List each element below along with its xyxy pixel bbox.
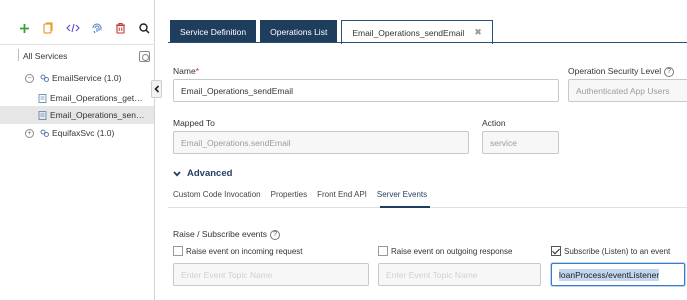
subscribe-event-label: Subscribe (Listen) to an event [564, 247, 671, 256]
outgoing-event-topic-input[interactable]: Enter Event Topic Name [378, 263, 541, 286]
security-level-value: Authenticated App Users [576, 85, 670, 96]
services-panel: All Services − EmailService (1.0) Email_… [0, 0, 155, 300]
subscribe-event-checkbox[interactable] [551, 246, 561, 256]
tab-front-end-api[interactable]: Front End API [317, 190, 367, 206]
tree-item-label: Email_Operations_sen… [50, 110, 145, 120]
add-icon [20, 23, 29, 33]
tab-service-definition[interactable]: Service Definition [170, 20, 257, 43]
action-field: service [482, 131, 559, 154]
raise-outgoing-label: Raise event on outgoing response [391, 247, 513, 256]
security-level-select[interactable]: Authenticated App Users [568, 79, 687, 102]
tab-properties[interactable]: Properties [271, 190, 307, 206]
input-placeholder: Enter Event Topic Name [181, 269, 273, 280]
close-icon[interactable]: ✖ [474, 27, 482, 38]
expand-toggle-icon[interactable]: + [25, 128, 34, 138]
tab-custom-code-invocation[interactable]: Custom Code Invocation [173, 190, 261, 206]
name-label: Name* [173, 66, 199, 76]
security-level-label-text: Operation Security Level [568, 66, 662, 76]
tree-item-label: EquifaxSvc (1.0) [52, 128, 115, 138]
input-placeholder: Enter Event Topic Name [386, 269, 478, 280]
tab-server-events[interactable]: Server Events [377, 190, 427, 206]
search-button[interactable] [134, 19, 155, 37]
advanced-toggle[interactable]: Advanced [173, 168, 232, 179]
mapped-to-label: Mapped To [173, 118, 215, 128]
collapse-panel-button[interactable] [151, 80, 162, 98]
add-button[interactable] [14, 19, 35, 37]
tree-item-operation-selected[interactable]: Email_Operations_sen… [0, 106, 154, 124]
toolbar-divider [0, 44, 155, 45]
chevron-down-icon [173, 170, 181, 177]
active-subtab-indicator [380, 206, 430, 208]
tree-item-equifaxsvc[interactable]: + EquifaxSvc (1.0) [0, 124, 154, 142]
raise-incoming-label: Raise event on incoming request [186, 247, 303, 256]
services-toolbar [14, 19, 158, 37]
mapped-to-field: Email_Operations.sendEmail [173, 131, 469, 154]
tab-label: Operations List [270, 26, 328, 37]
subscribe-event-topic-input[interactable]: loanProcess/eventListener [551, 263, 685, 286]
app-window: All Services − EmailService (1.0) Email_… [0, 0, 687, 300]
tab-label: Email_Operations_sendEmail [352, 27, 465, 38]
operation-icon [38, 110, 47, 120]
code-button[interactable] [62, 19, 83, 37]
incoming-event-topic-input[interactable]: Enter Event Topic Name [173, 263, 369, 286]
action-label: Action [482, 118, 506, 128]
tab-label: Service Definition [180, 26, 247, 37]
tree-item-label: EmailService (1.0) [52, 73, 122, 83]
editor-tabs: Service Definition Operations List Email… [170, 20, 497, 44]
raise-incoming-checkbox[interactable] [173, 246, 183, 256]
help-icon[interactable]: ? [270, 229, 281, 240]
tree-item-label: Email_Operations_get… [50, 93, 143, 103]
input-value: loanProcess/eventListener [559, 268, 660, 281]
chevron-left-icon [153, 85, 159, 93]
all-services-label: All Services [23, 51, 68, 61]
code-icon [65, 23, 80, 33]
copy-icon [43, 22, 53, 34]
delete-icon [116, 22, 125, 34]
service-icon [40, 74, 49, 82]
help-icon[interactable]: ? [664, 66, 675, 77]
mapped-to-value: Email_Operations.sendEmail [181, 137, 291, 148]
events-section-label: Raise / Subscribe events? [173, 229, 281, 240]
name-input-value: Email_Operations_sendEmail [181, 85, 293, 96]
tab-email-operations-sendemail[interactable]: Email_Operations_sendEmail ✖ [341, 20, 493, 44]
service-settings-icon[interactable] [139, 51, 150, 62]
name-label-text: Name [173, 66, 196, 76]
required-marker: * [195, 66, 199, 76]
copy-button[interactable] [38, 19, 59, 37]
search-icon [139, 22, 150, 34]
security-level-label: Operation Security Level? [568, 66, 675, 77]
fingerprint-icon [92, 23, 101, 34]
collapse-toggle-icon[interactable]: − [25, 73, 34, 83]
advanced-label: Advanced [187, 168, 233, 179]
tree-item-operation[interactable]: Email_Operations_get… [0, 89, 154, 107]
events-section-label-text: Raise / Subscribe events [173, 229, 268, 239]
name-input[interactable]: Email_Operations_sendEmail [173, 79, 559, 102]
raise-outgoing-checkbox[interactable] [378, 246, 388, 256]
fingerprint-button[interactable] [86, 19, 107, 37]
advanced-subtabs: Custom Code Invocation Properties Front … [173, 190, 437, 206]
tab-operations-list[interactable]: Operations List [260, 20, 338, 43]
service-icon [40, 129, 49, 137]
tree-guide-line [18, 49, 19, 61]
delete-button[interactable] [110, 19, 131, 37]
tree-item-emailservice[interactable]: − EmailService (1.0) [0, 69, 154, 87]
operation-icon [38, 93, 47, 103]
tab-underline [168, 42, 687, 43]
action-value: service [490, 137, 517, 148]
